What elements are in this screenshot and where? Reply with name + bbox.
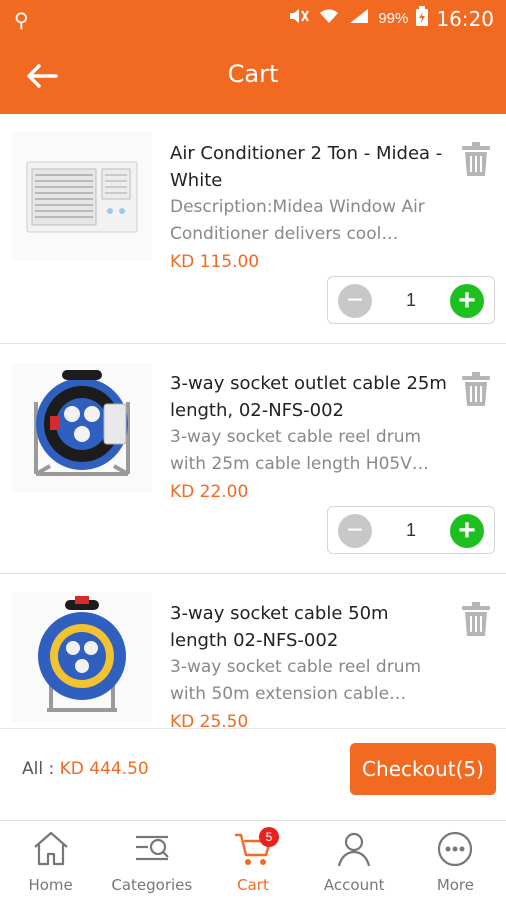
quantity-stepper: − 1 + [327, 506, 495, 554]
product-name[interactable]: 3-way socket cable 50m length 02-NFS-002 [170, 600, 450, 654]
product-image-cable-reel-25m[interactable] [12, 362, 152, 492]
app-bar: Cart [0, 38, 506, 114]
trash-icon [462, 142, 490, 176]
nav-label: Account [323, 876, 385, 894]
quantity-value: 1 [405, 290, 416, 310]
categories-icon [132, 829, 172, 869]
product-price: KD 22.00 [170, 482, 249, 502]
nav-item-account[interactable]: Account [304, 821, 405, 900]
account-icon [334, 829, 374, 869]
bottom-nav: Home Categories 5 Cart Account More [0, 820, 506, 900]
product-description: 3-way socket cable reel drum with 50m ex… [170, 657, 422, 704]
usb-icon: ⚲ [14, 10, 29, 32]
trash-icon [462, 602, 490, 636]
nav-label: More [436, 876, 474, 894]
delete-button[interactable] [462, 372, 490, 406]
battery-percent: 99% [378, 10, 409, 27]
quantity-value: 1 [405, 520, 416, 540]
product-name[interactable]: 3-way socket outlet cable 25m length, 02… [170, 370, 450, 424]
total-amount: KD 444.50 [59, 759, 149, 779]
nav-label: Cart [237, 876, 269, 894]
page-title: Cart [227, 60, 279, 88]
nav-label: Home [28, 876, 73, 894]
total-label: All : [22, 759, 60, 779]
cart-item: Air Conditioner 2 Ton - Midea - White De… [0, 114, 506, 344]
cart-count-badge: 5 [259, 827, 279, 847]
product-image-cable-reel-50m[interactable] [12, 592, 152, 722]
product-description: 3-way socket cable reel drum with 25m ca… [170, 427, 429, 474]
increase-quantity-button[interactable]: + [450, 284, 484, 318]
delete-button[interactable] [462, 142, 490, 176]
increase-quantity-button[interactable]: + [450, 514, 484, 548]
nav-item-categories[interactable]: Categories [101, 821, 202, 900]
nav-item-home[interactable]: Home [0, 821, 101, 900]
trash-icon [462, 372, 490, 406]
cart-item: 3-way socket outlet cable 25m length, 02… [0, 344, 506, 574]
mute-icon [288, 7, 310, 30]
cart-list: Air Conditioner 2 Ton - Midea - White De… [0, 114, 506, 728]
status-bar: ⚲ 99% 16:20 [0, 0, 506, 38]
product-price: KD 115.00 [170, 252, 260, 272]
decrease-quantity-button[interactable]: − [338, 284, 372, 318]
cart-summary-bar: All : KD 444.50 Checkout(5) [0, 728, 506, 806]
product-name[interactable]: Air Conditioner 2 Ton - Midea - White [170, 140, 450, 194]
cart-icon: 5 [233, 827, 279, 869]
product-description: Description:Midea Window Air Conditioner… [170, 197, 425, 244]
product-image-air-conditioner[interactable] [12, 132, 152, 262]
cart-total: All : KD 444.50 [22, 759, 149, 779]
cart-item: 3-way socket cable 50m length 02-NFS-002… [0, 574, 506, 728]
nav-item-cart[interactable]: 5 Cart [202, 821, 303, 900]
checkout-button[interactable]: Checkout(5) [350, 743, 496, 795]
product-price: KD 25.50 [170, 712, 249, 728]
battery-icon [416, 6, 429, 31]
nav-label: Categories [111, 876, 193, 894]
signal-icon [348, 7, 370, 30]
decrease-quantity-button[interactable]: − [338, 514, 372, 548]
wifi-icon [318, 7, 340, 30]
clock: 16:20 [436, 6, 494, 31]
more-icon [435, 829, 475, 869]
nav-item-more[interactable]: More [405, 821, 506, 900]
home-icon [31, 829, 71, 869]
quantity-stepper: − 1 + [327, 276, 495, 324]
delete-button[interactable] [462, 602, 490, 636]
